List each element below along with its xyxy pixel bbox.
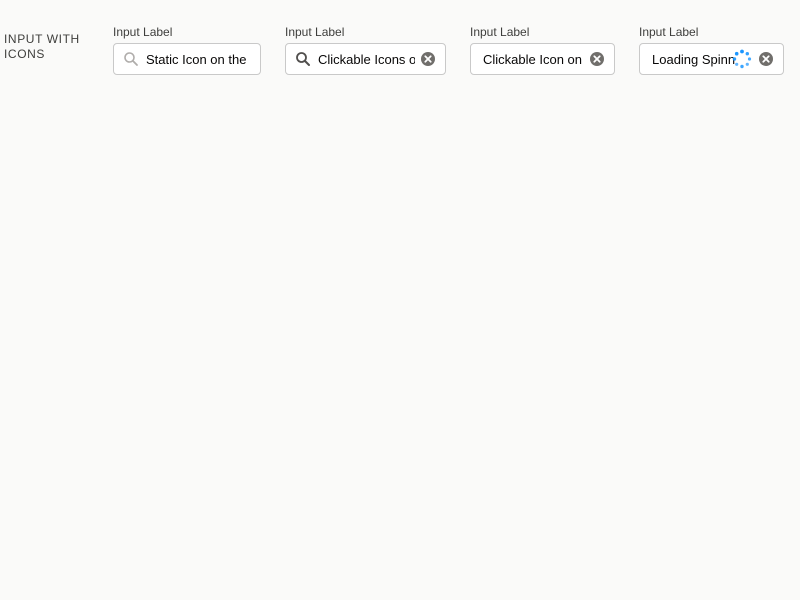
clear-icon[interactable] [758,51,774,67]
input-container [285,43,446,75]
clear-icon[interactable] [420,51,436,67]
field-clickable-icons-both: Input Label [285,24,446,75]
field-clickable-icon-right: Input Label [470,24,615,75]
input-container [470,43,615,75]
clear-icon[interactable] [589,51,605,67]
field-static-icon-left: Input Label [113,24,261,75]
input-label: Input Label [285,25,345,39]
input-label: Input Label [113,25,173,39]
input-label: Input Label [639,25,699,39]
spinner-icon [732,49,752,69]
field-loading-spinner: Input Label [639,24,784,75]
input-label: Input Label [470,25,530,39]
section-title: Input with Icons [4,32,80,61]
input-container [113,43,261,75]
static-icon-input[interactable] [114,44,260,74]
page: Input with Icons Input Label Input Label… [0,0,800,600]
input-container [639,43,784,75]
